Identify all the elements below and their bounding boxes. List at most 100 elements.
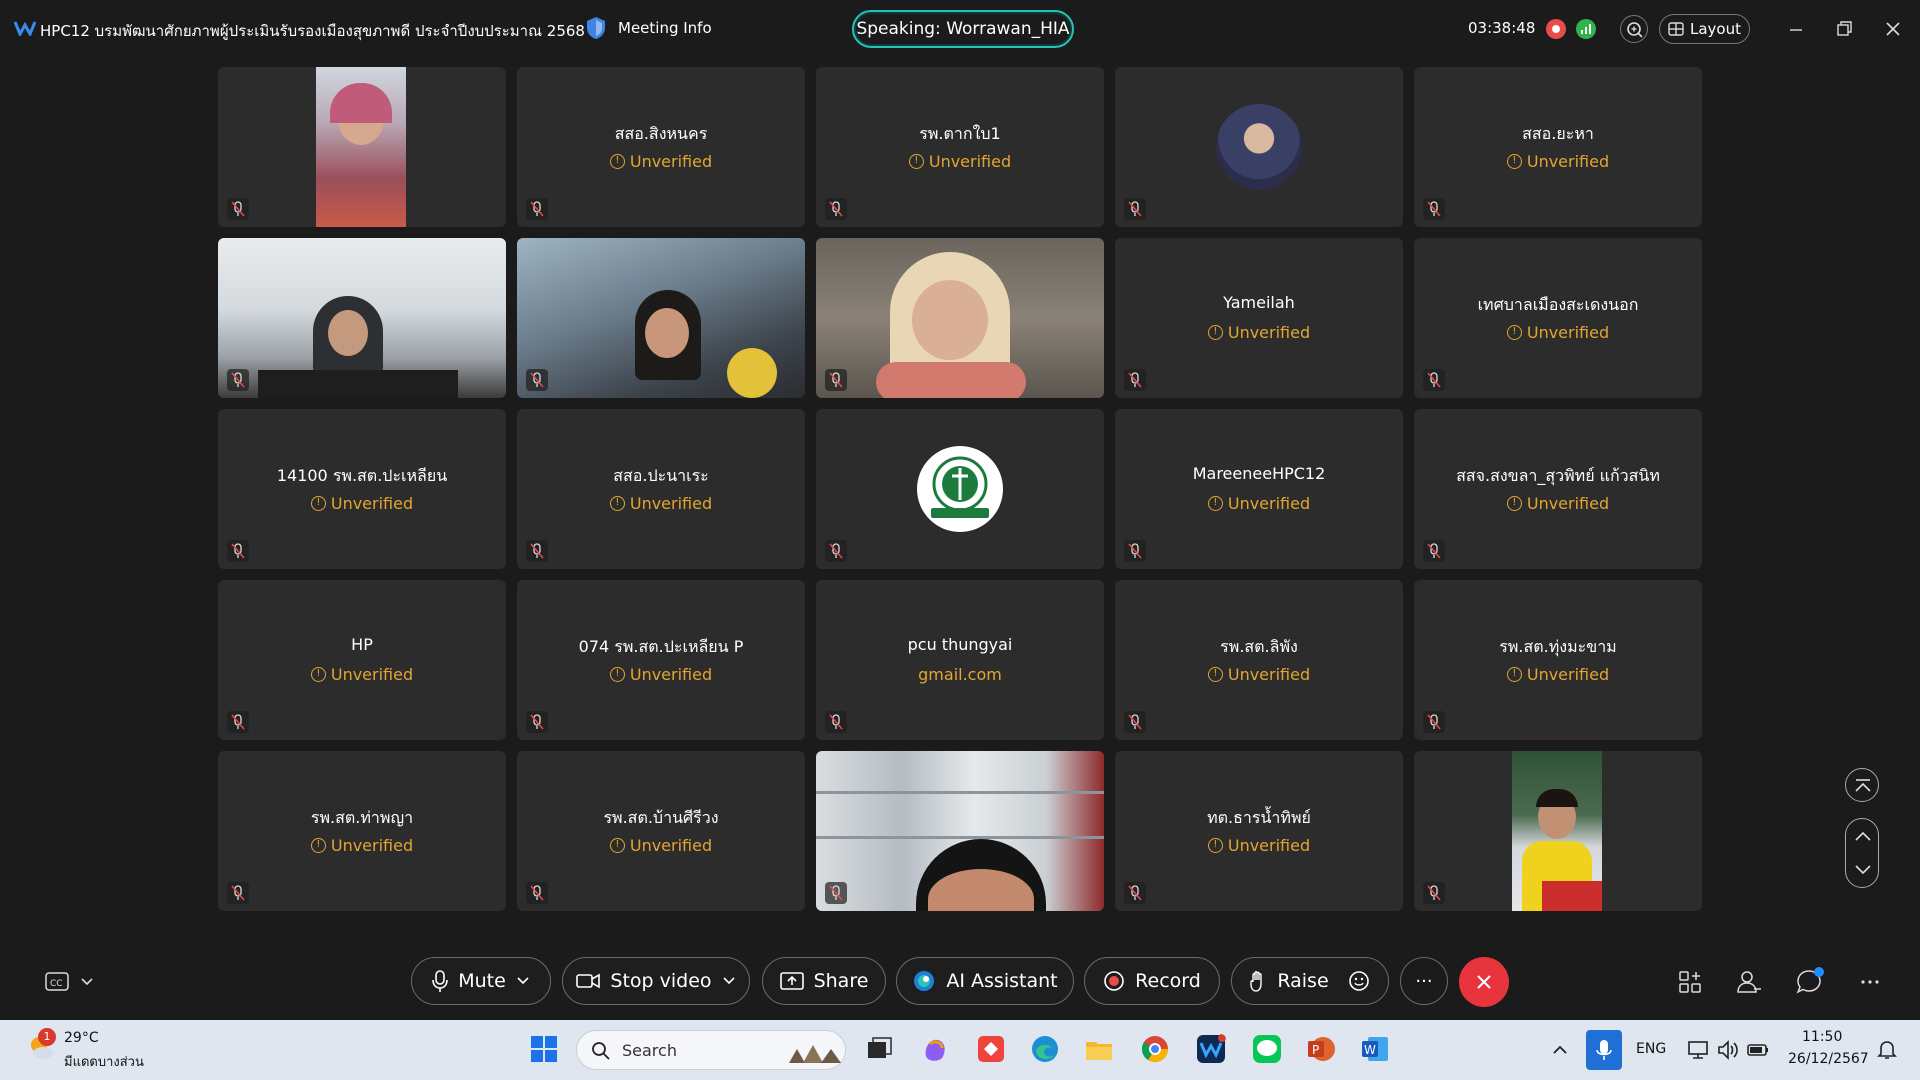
participant-tile[interactable]: รพ.ตากใบ1 ! Unverified xyxy=(816,67,1104,227)
recording-indicator-icon xyxy=(1546,19,1566,39)
participant-name: รพ.สต.ลิพัง xyxy=(1220,637,1298,656)
participant-tile[interactable] xyxy=(218,238,506,398)
record-button[interactable]: Record xyxy=(1084,957,1220,1005)
windows-taskbar: 1 29°C มีแดดบางส่วน Search P W ENG 11:50… xyxy=(0,1020,1920,1080)
participant-tile[interactable] xyxy=(1414,751,1702,911)
participant-name: 074 รพ.สต.ปะเหลียน P xyxy=(578,637,744,656)
participant-grid: สสอ.สิงหนคร ! Unverified รพ.ตากใบ1 ! Unver… xyxy=(218,67,1702,911)
file-explorer-icon[interactable] xyxy=(1084,1034,1114,1064)
participant-tile[interactable]: สสอ.สิงหนคร ! Unverified xyxy=(517,67,805,227)
participant-tile[interactable]: pcu thungyai gmail.com xyxy=(816,580,1104,740)
connection-signal-icon[interactable] xyxy=(1576,19,1596,39)
participant-tile[interactable] xyxy=(816,238,1104,398)
warning-icon: ! xyxy=(908,154,924,169)
voice-typing-button[interactable] xyxy=(1586,1030,1622,1070)
mic-muted-icon xyxy=(1423,369,1445,391)
participant-email: gmail.com xyxy=(918,665,1002,684)
participant-tile[interactable]: ทต.ธารน้ำทิพย์ ! Unverified xyxy=(1115,751,1403,911)
participant-tile[interactable]: 074 รพ.สต.ปะเหลียน P ! Unverified xyxy=(517,580,805,740)
ai-assistant-button[interactable]: AI Assistant xyxy=(896,957,1074,1005)
mic-muted-icon xyxy=(227,540,249,562)
webex-taskbar-icon[interactable] xyxy=(1196,1034,1226,1064)
line-app-icon[interactable] xyxy=(1252,1034,1282,1064)
reaction-smiley-icon[interactable] xyxy=(1347,969,1371,993)
restore-icon[interactable] xyxy=(1831,16,1857,42)
captions-button[interactable]: CC xyxy=(44,970,100,994)
stop-video-button[interactable]: Stop video xyxy=(562,957,750,1005)
minimize-icon[interactable] xyxy=(1783,16,1809,42)
participant-tile[interactable] xyxy=(1115,67,1403,227)
mic-muted-icon xyxy=(227,369,249,391)
zoom-button[interactable] xyxy=(1620,15,1648,43)
participant-tile[interactable]: รพ.สต.ท่าพญา ! Unverified xyxy=(218,751,506,911)
participant-tile[interactable] xyxy=(218,67,506,227)
participant-tile[interactable]: MareeneeHPC12 ! Unverified xyxy=(1115,409,1403,569)
chrome-browser-icon[interactable] xyxy=(1140,1034,1170,1064)
close-icon[interactable] xyxy=(1880,16,1906,42)
chevron-down-icon[interactable] xyxy=(516,976,530,986)
mute-label: Mute xyxy=(458,970,506,992)
participant-tile[interactable]: รพ.สต.ทุ่งมะขาม ! Unverified xyxy=(1414,580,1702,740)
participant-tile[interactable]: สสอ.ปะนาเระ ! Unverified xyxy=(517,409,805,569)
windows-start-icon[interactable] xyxy=(529,1034,559,1064)
warning-icon: ! xyxy=(310,667,326,682)
copilot-icon[interactable] xyxy=(920,1034,950,1064)
apps-icon[interactable] xyxy=(1675,967,1705,997)
chat-icon[interactable] xyxy=(1794,967,1824,997)
taskbar-search-box[interactable]: Search xyxy=(576,1030,846,1070)
chevron-up-double-icon xyxy=(1855,779,1871,792)
participant-name: รพ.สต.ท่าพญา xyxy=(310,808,414,827)
meeting-info-button[interactable]: Meeting Info xyxy=(618,19,712,37)
participant-tile[interactable]: สสจ.สงขลา_สุวพิทย์ แก้วสนิท ! Unverified xyxy=(1414,409,1702,569)
share-button[interactable]: Share xyxy=(762,957,886,1005)
task-view-icon[interactable] xyxy=(864,1034,894,1064)
raise-hand-button[interactable]: Raise xyxy=(1231,957,1389,1005)
microphone-icon xyxy=(432,970,449,992)
participant-tile[interactable] xyxy=(816,751,1104,911)
chevron-up-icon[interactable] xyxy=(1846,821,1880,851)
participant-tile[interactable] xyxy=(816,409,1104,569)
powerpoint-icon[interactable]: P xyxy=(1306,1034,1336,1064)
weather-alert-badge: 1 xyxy=(38,1028,56,1046)
edge-browser-icon[interactable] xyxy=(1030,1034,1060,1064)
more-horizontal-icon[interactable] xyxy=(1855,967,1885,997)
battery-icon[interactable] xyxy=(1746,1038,1770,1062)
warning-icon: ! xyxy=(1506,667,1522,682)
participant-tile[interactable]: รพ.สต.บ้านศีรีวง ! Unverified xyxy=(517,751,805,911)
participant-tile[interactable]: 14100 รพ.สต.ปะเหลียน ! Unverified xyxy=(218,409,506,569)
participant-tile[interactable]: HP ! Unverified xyxy=(218,580,506,740)
input-language[interactable]: ENG xyxy=(1636,1041,1666,1057)
notification-bell-icon[interactable] xyxy=(1876,1038,1898,1060)
participant-tile[interactable]: Yameilah ! Unverified xyxy=(1115,238,1403,398)
layout-button[interactable]: Layout xyxy=(1659,14,1750,44)
warning-icon: ! xyxy=(1207,667,1223,682)
chevron-up-icon[interactable] xyxy=(1548,1038,1572,1062)
word-icon[interactable]: W xyxy=(1360,1034,1390,1064)
participants-icon[interactable] xyxy=(1734,967,1764,997)
layout-label: Layout xyxy=(1690,20,1741,38)
participant-status: ! Unverified xyxy=(517,152,805,171)
participant-tile[interactable] xyxy=(517,238,805,398)
ai-assistant-icon xyxy=(914,971,935,991)
shield-icon[interactable] xyxy=(585,16,607,40)
warning-icon: ! xyxy=(1207,325,1223,340)
chevron-down-icon[interactable] xyxy=(1846,855,1880,885)
anydesk-icon[interactable] xyxy=(976,1034,1006,1064)
mic-muted-icon xyxy=(526,369,548,391)
participant-tile[interactable]: เทศบาลเมืองสะเดงนอก ! Unverified xyxy=(1414,238,1702,398)
participant-status: ! Unverified xyxy=(218,665,506,684)
clock-time[interactable]: 11:50 xyxy=(1802,1029,1842,1045)
clock-date[interactable]: 26/12/2567 xyxy=(1788,1051,1869,1067)
svg-text:P: P xyxy=(1312,1043,1319,1057)
chevron-down-icon[interactable] xyxy=(722,976,736,986)
participant-video xyxy=(816,751,1104,911)
participant-tile[interactable]: สสอ.ยะหา ! Unverified xyxy=(1414,67,1702,227)
scroll-top-button[interactable] xyxy=(1845,768,1879,802)
more-options-button[interactable]: ··· xyxy=(1400,957,1448,1005)
network-icon[interactable] xyxy=(1686,1038,1710,1062)
volume-icon[interactable] xyxy=(1716,1038,1740,1062)
mute-button[interactable]: Mute xyxy=(411,957,551,1005)
speaking-indicator: Speaking: Worrawan_HIA xyxy=(852,10,1074,48)
participant-tile[interactable]: รพ.สต.ลิพัง ! Unverified xyxy=(1115,580,1403,740)
end-call-button[interactable] xyxy=(1459,957,1509,1007)
